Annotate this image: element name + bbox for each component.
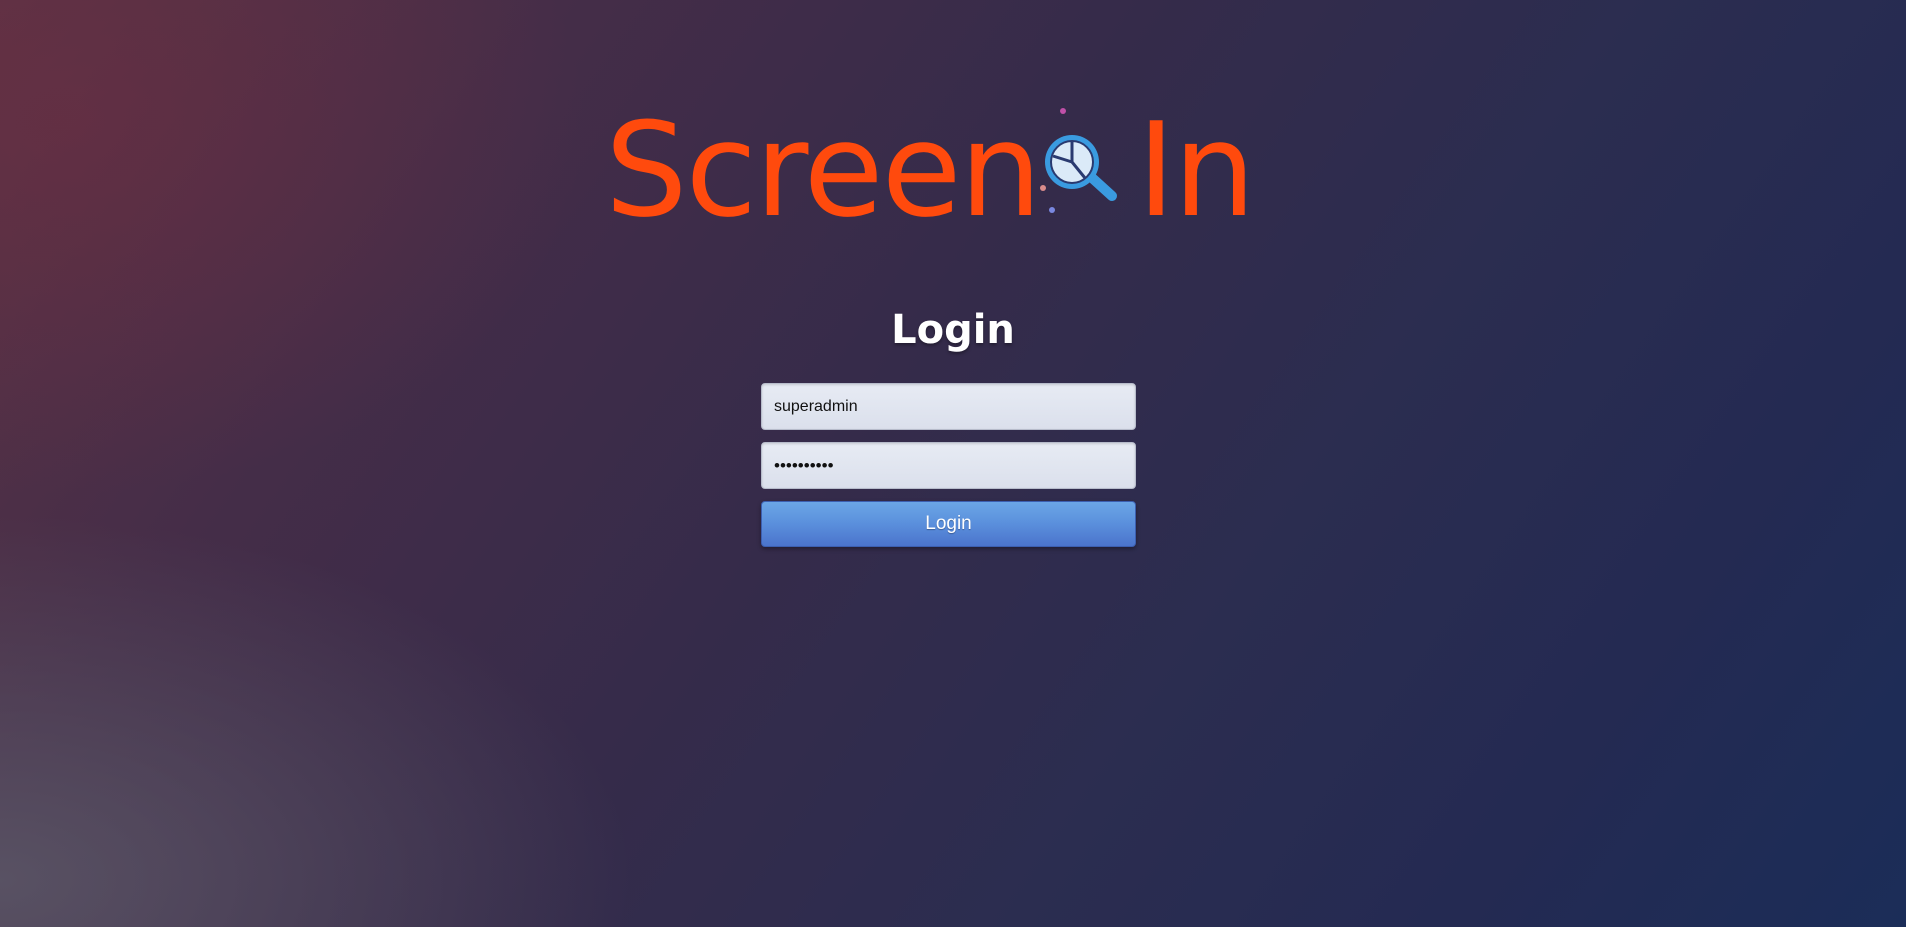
login-title: Login	[891, 307, 1015, 353]
magnifier-pie-chart-icon	[1035, 106, 1125, 216]
login-form: Login	[761, 383, 1136, 547]
password-input[interactable]	[761, 442, 1136, 489]
brand-logo: Screen In	[0, 100, 1906, 240]
username-input[interactable]	[761, 383, 1136, 430]
logo-text-screen: Screen	[605, 94, 1042, 246]
login-button[interactable]: Login	[761, 501, 1136, 547]
logo-text-in: In	[1137, 94, 1256, 246]
